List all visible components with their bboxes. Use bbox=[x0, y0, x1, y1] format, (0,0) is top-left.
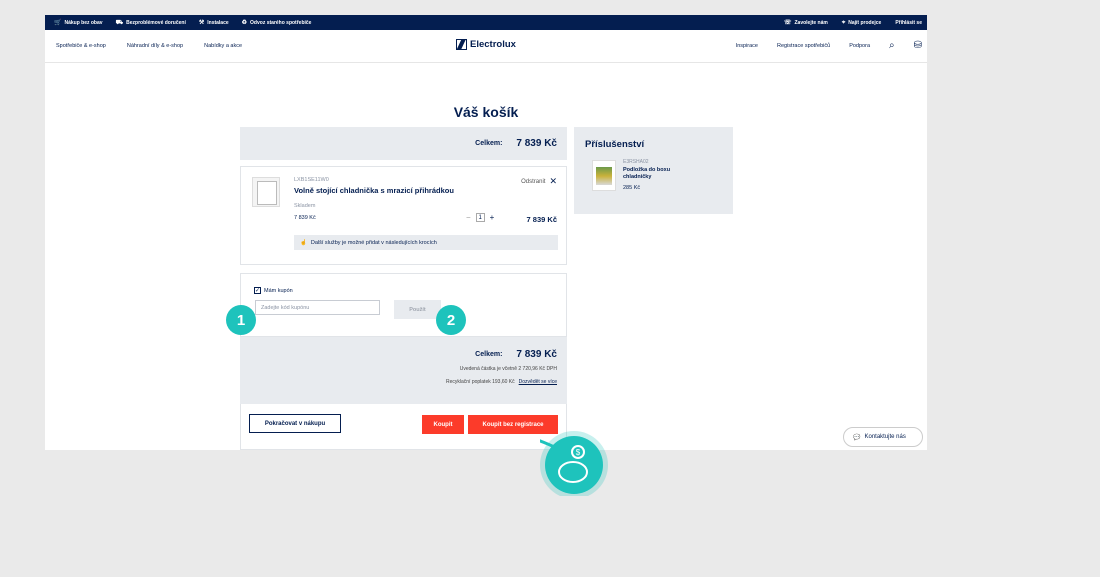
main-navigation: Spotřebiče & e-shop Náhradní díly & e-sh… bbox=[45, 30, 927, 63]
topbar-link-dealer[interactable]: ⌖ Najít prodejce bbox=[842, 20, 881, 26]
order-total-panel: Celkem: 7 839 Kč Uvedená částka je včetn… bbox=[240, 337, 567, 404]
accessory-price: 285 Kč bbox=[623, 185, 641, 191]
product-sku: LXB1SE11W0 bbox=[294, 177, 329, 183]
hand-icon: ☝ bbox=[300, 239, 307, 246]
cart-item: LXB1SE11W0 Volně stojící chladnička s mr… bbox=[240, 166, 567, 265]
accessories-panel: Příslušenství E3RSHA02 Podložka do boxu … bbox=[574, 127, 733, 214]
accessory-sku: E3RSHA02 bbox=[623, 159, 649, 165]
svg-text:$: $ bbox=[576, 448, 581, 457]
quantity-stepper: − 1 + bbox=[466, 213, 494, 222]
nav-item-nahradni-dily[interactable]: Náhradní díly & e-shop bbox=[127, 43, 183, 49]
pin-icon: ⌖ bbox=[841, 19, 846, 26]
stock-status: Skladem bbox=[294, 203, 316, 209]
topbar-link-nakup[interactable]: 🛒 Nákup bez obav bbox=[54, 20, 103, 26]
total-value: 7 839 Kč bbox=[516, 349, 557, 360]
cart-icon: 🛒 bbox=[54, 19, 62, 26]
summary-value: 7 839 Kč bbox=[516, 138, 557, 149]
coupon-panel: ✓ Mám kupón Zadejte kód kupónu Použít bbox=[240, 273, 567, 337]
page-title: Váš košík bbox=[453, 104, 519, 120]
close-icon: ✕ bbox=[549, 176, 557, 186]
nav-item-registrace[interactable]: Registrace spotřebičů bbox=[777, 43, 830, 49]
checkout-actions: Pokračovat v nákupu Koupit Koupit bez re… bbox=[240, 404, 567, 450]
coupon-checkbox[interactable]: ✓ Mám kupón bbox=[254, 287, 293, 294]
basket-icon[interactable]: ⛁ bbox=[914, 41, 922, 51]
phone-icon: ☏ bbox=[783, 19, 792, 26]
nav-item-spotrebice[interactable]: Spotřebiče & e-shop bbox=[56, 43, 106, 49]
line-price: 7 839 Kč bbox=[526, 215, 557, 224]
electrolux-logo-mark-icon bbox=[456, 39, 467, 50]
increase-quantity-button[interactable]: + bbox=[490, 213, 495, 222]
top-utility-bar: 🛒 Nákup bez obav ⛟ Bezproblémové doručení … bbox=[45, 15, 927, 30]
recycle-icon: ♻ bbox=[241, 19, 248, 26]
services-note: ☝ Další služby je možné přidat v následu… bbox=[294, 235, 558, 250]
topbar-link-call[interactable]: ☏ Zavolejte nám bbox=[784, 20, 828, 26]
electrolux-logo[interactable]: Electrolux bbox=[456, 39, 516, 50]
accessories-title: Příslušenství bbox=[585, 139, 645, 150]
vat-note: Uvedená částka je včetně 2 720,96 Kč DPH bbox=[459, 366, 557, 372]
summary-label: Celkem: bbox=[475, 140, 503, 147]
remove-item-button[interactable]: Odstranit ✕ bbox=[521, 176, 557, 187]
topbar-link-instalace[interactable]: ⚒ Instalace bbox=[199, 20, 229, 26]
recycling-fee: Recyklační poplatek 193,60 Kč Dozvědět s… bbox=[445, 379, 557, 385]
checkbox-checked-icon: ✓ bbox=[254, 287, 261, 294]
nav-item-podpora[interactable]: Podpora bbox=[849, 43, 870, 49]
step-badge-1: 1 bbox=[226, 305, 256, 335]
browser-page: 🛒 Nákup bez obav ⛟ Bezproblémové doručení … bbox=[45, 15, 927, 450]
topbar-link-login[interactable]: Přihlásit se bbox=[895, 20, 922, 26]
topbar-link-odvoz[interactable]: ♻ Odvoz starého spotřebiče bbox=[242, 20, 312, 26]
piggy-bank-icon: $ bbox=[540, 431, 608, 496]
cart-summary-bar: Celkem: 7 839 Kč bbox=[240, 127, 567, 160]
nav-item-inspirace[interactable]: Inspirace bbox=[736, 43, 758, 49]
total-label: Celkem: bbox=[475, 351, 503, 358]
apply-coupon-button[interactable]: Použít bbox=[394, 300, 441, 319]
buy-button[interactable]: Koupit bbox=[422, 415, 464, 434]
search-icon[interactable]: ⌕ bbox=[889, 41, 895, 51]
unit-price: 7 839 Kč bbox=[294, 215, 316, 221]
wrench-icon: ⚒ bbox=[198, 19, 205, 26]
step-badge-2: 2 bbox=[436, 305, 466, 335]
accessory-name[interactable]: Podložka do boxu chladničky bbox=[623, 167, 693, 181]
truck-icon: ⛟ bbox=[115, 19, 124, 26]
nav-item-nabidky[interactable]: Nabídky a akce bbox=[204, 43, 242, 49]
contact-us-button[interactable]: 💬 Kontaktujte nás bbox=[843, 427, 923, 447]
product-thumbnail[interactable] bbox=[252, 177, 280, 207]
coupon-code-input[interactable]: Zadejte kód kupónu bbox=[255, 300, 380, 315]
continue-shopping-button[interactable]: Pokračovat v nákupu bbox=[249, 414, 341, 433]
decrease-quantity-button[interactable]: − bbox=[466, 213, 471, 222]
quantity-value[interactable]: 1 bbox=[475, 213, 485, 222]
topbar-link-doruceni[interactable]: ⛟ Bezproblémové doručení bbox=[116, 20, 186, 26]
accessory-thumbnail[interactable] bbox=[592, 160, 616, 191]
chat-icon: 💬 bbox=[853, 434, 861, 441]
product-name[interactable]: Volně stojící chladnička s mrazicí přihr… bbox=[294, 186, 454, 195]
learn-more-link[interactable]: Dozvědět se více bbox=[519, 379, 557, 385]
